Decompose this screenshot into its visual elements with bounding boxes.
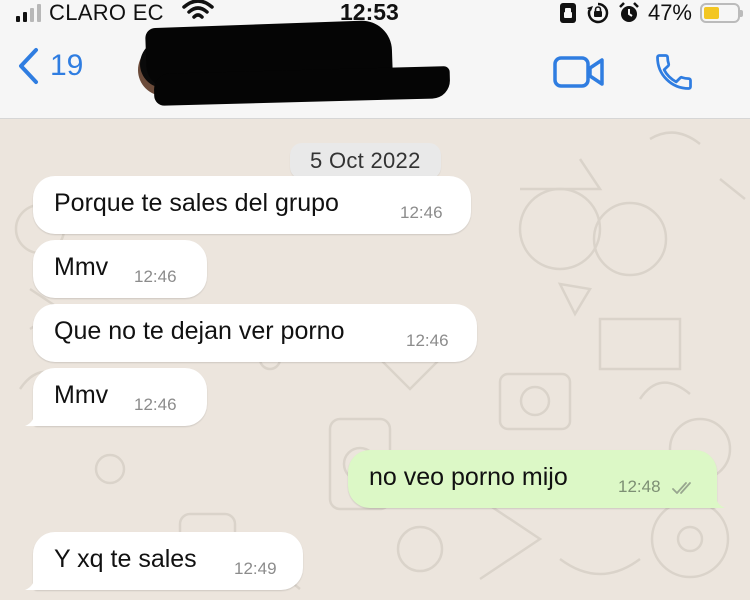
battery-percent: 47% (647, 0, 692, 25)
battery-icon (700, 3, 743, 23)
message-text: Porque te sales del grupo (54, 189, 339, 217)
status-right: 47% (558, 0, 743, 26)
bubble-tail (25, 572, 41, 590)
date-separator: 5 Oct 2022 (290, 143, 441, 179)
message-time: 12:46 (134, 395, 177, 414)
incoming-message[interactable]: Mmv 12:46 (33, 240, 207, 298)
message-time: 12:46 (134, 267, 177, 286)
signal-icon (16, 4, 41, 22)
redaction-mark (153, 66, 451, 106)
bubble-tail (25, 408, 41, 426)
chat-area[interactable]: 5 Oct 2022 Porque te sales del grupo 12:… (0, 119, 750, 600)
wifi-icon (182, 0, 214, 19)
unread-count: 19 (50, 49, 84, 82)
incoming-message[interactable]: Y xq te sales 12:49 (25, 532, 303, 590)
status-left: CLARO EC (16, 0, 164, 26)
message-time: 12:46 (400, 203, 443, 222)
incoming-message[interactable]: Porque te sales del grupo 12:46 (33, 176, 471, 234)
status-bar: CLARO EC 12:53 47% (0, 0, 750, 26)
back-button[interactable]: 19 (16, 46, 83, 86)
alarm-icon (619, 2, 639, 22)
message-time: 12:49 (234, 559, 277, 578)
portrait-lock-icon (559, 3, 576, 23)
message-text: Y xq te sales (54, 545, 197, 573)
incoming-message[interactable]: Mmv 12:46 (25, 368, 207, 426)
message-text: no veo porno mijo (369, 463, 568, 491)
outgoing-message[interactable]: no veo porno mijo 12:48 (348, 450, 725, 508)
battery-fill (704, 7, 719, 19)
orientation-lock-icon (586, 2, 609, 24)
video-call-icon[interactable] (552, 54, 606, 90)
incoming-message[interactable]: Que no te dejan ver porno 12:46 (33, 304, 477, 362)
chat-header: 19 urgios (0, 19, 750, 119)
double-check-icon (672, 482, 691, 494)
message-time: 12:48 (618, 477, 661, 496)
message-text: Que no te dejan ver porno (54, 317, 345, 345)
bubble-tail (709, 490, 725, 508)
carrier-name: CLARO EC (49, 0, 164, 25)
message-text: Mmv (54, 253, 109, 281)
phone-call-icon[interactable] (652, 50, 696, 94)
contact-info[interactable]: urgios (138, 19, 458, 110)
back-chevron-icon (19, 48, 38, 84)
message-text: Mmv (54, 381, 109, 409)
message-time: 12:46 (406, 331, 449, 350)
